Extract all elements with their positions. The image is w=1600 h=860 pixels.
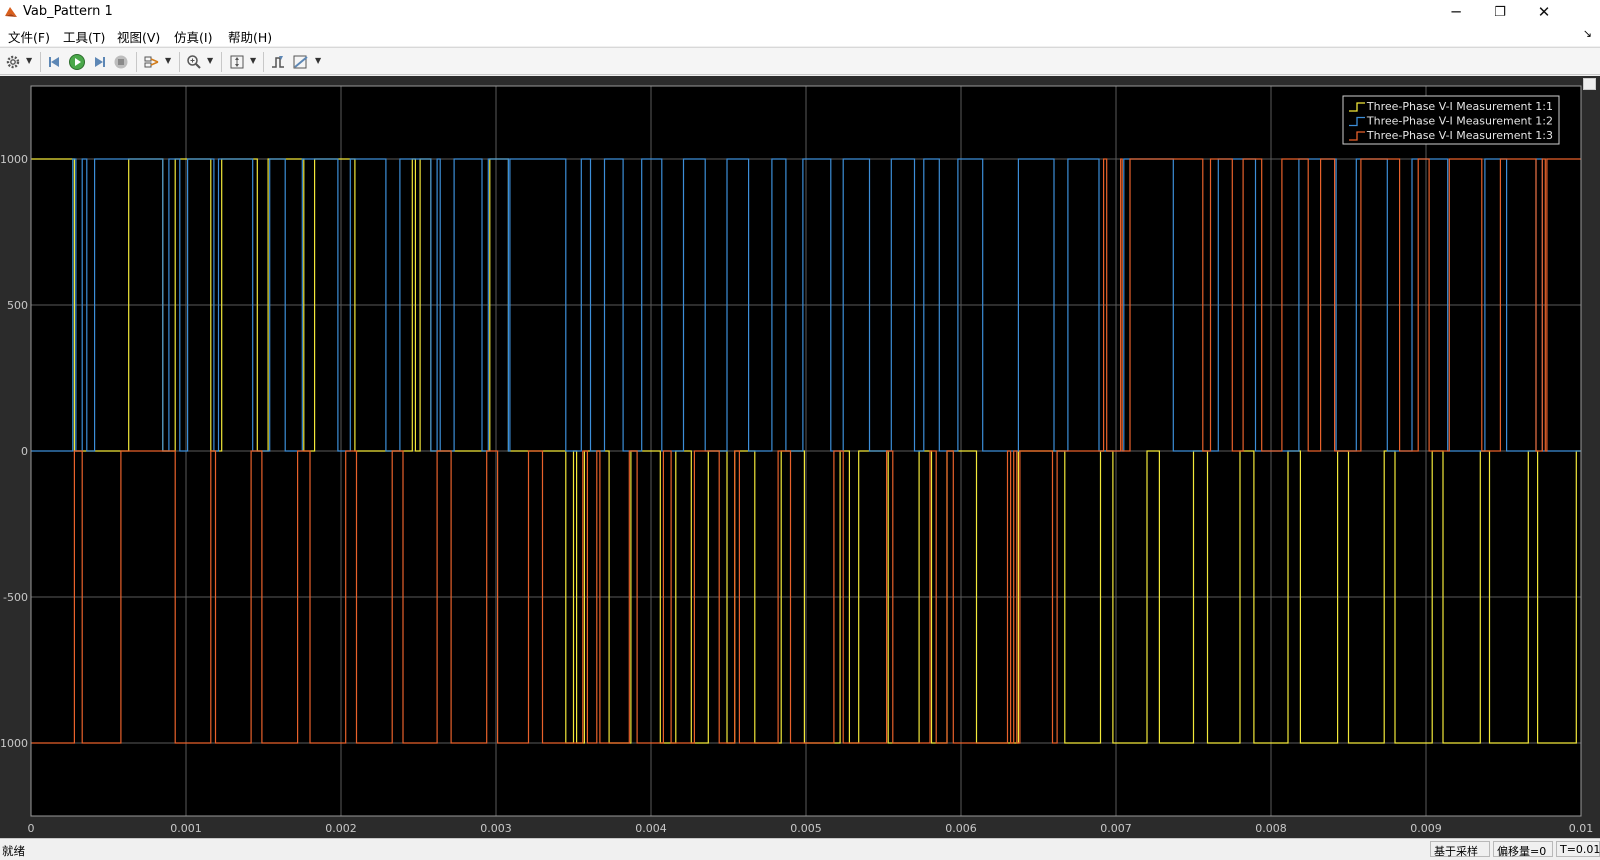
y-tick-label: 1000 (0, 153, 28, 166)
scope-display: 0 0.001 0.002 0.003 0.004 0.005 0.006 0.007 0.00… (0, 76, 1600, 838)
status-ready: 就绪 (2, 844, 25, 858)
menu-tools[interactable]: 工具(T) (63, 27, 105, 46)
menu-view[interactable]: 视图(V) (117, 27, 160, 46)
y-tick-label: 500 (7, 299, 28, 312)
toolbar-separator (263, 52, 264, 72)
toolbar-separator (221, 52, 222, 72)
menu-simulation[interactable]: 仿真(I) (174, 27, 212, 46)
matlab-logo-icon (5, 7, 17, 17)
toolbar-separator (40, 52, 41, 72)
dock-arrow-icon[interactable]: ↘ (1583, 27, 1592, 40)
status-sample-mode: 基于采样 (1430, 841, 1490, 858)
title-bar: Vab_Pattern 1 ─ ❐ ✕ (0, 0, 1600, 24)
close-button[interactable]: ✕ (1522, 0, 1566, 24)
undock-icon[interactable] (1583, 78, 1596, 90)
x-tick-label: 0.004 (635, 822, 667, 835)
x-tick-label: 0.01 (1569, 822, 1594, 835)
x-tick-label: 0.007 (1100, 822, 1132, 835)
run-icon[interactable] (67, 52, 87, 72)
menu-file[interactable]: 文件(F) (8, 27, 50, 46)
highlight-signal-icon[interactable] (142, 52, 162, 72)
legend[interactable]: Three-Phase V-I Measurement 1:1 Three-Pha… (1342, 95, 1560, 145)
x-tick-label: 0.002 (325, 822, 357, 835)
step-back-icon[interactable] (45, 52, 65, 72)
step-forward-icon[interactable] (89, 52, 109, 72)
restore-button[interactable]: ❐ (1478, 0, 1522, 24)
status-time: T=0.010 (1556, 841, 1600, 857)
status-offset: 偏移量=0 (1493, 841, 1553, 858)
legend-entry-1: Three-Phase V-I Measurement 1:1 (1366, 100, 1553, 113)
x-tick-label: 0.006 (945, 822, 977, 835)
toolbar-separator (136, 52, 137, 72)
scope-plot[interactable]: 0 0.001 0.002 0.003 0.004 0.005 0.006 0.007 0.00… (0, 76, 1600, 838)
y-tick-label: -1000 (0, 737, 28, 750)
zoom-icon[interactable] (184, 52, 204, 72)
status-bar: 就绪 基于采样 偏移量=0 T=0.010 (0, 838, 1600, 860)
window-title: Vab_Pattern 1 (23, 4, 113, 19)
scale-axes-icon[interactable] (227, 52, 247, 72)
y-tick-label: 0 (21, 445, 28, 458)
highlight-dropdown-icon[interactable]: ▼ (165, 57, 173, 65)
legend-entry-2: Three-Phase V-I Measurement 1:2 (1366, 115, 1553, 128)
x-tick-label: 0.008 (1255, 822, 1287, 835)
x-tick-label: 0 (28, 822, 35, 835)
zoom-dropdown-icon[interactable]: ▼ (207, 57, 215, 65)
trigger-icon[interactable] (268, 52, 288, 72)
settings-gear-icon[interactable] (3, 52, 23, 72)
y-tick-label: -500 (3, 591, 28, 604)
stop-icon[interactable] (111, 52, 131, 72)
x-tick-label: 0.009 (1410, 822, 1442, 835)
menu-help[interactable]: 帮助(H) (228, 27, 272, 46)
scale-dropdown-icon[interactable]: ▼ (250, 57, 258, 65)
measure-icon[interactable] (291, 52, 311, 72)
toolbar-separator (179, 52, 180, 72)
x-tick-label: 0.005 (790, 822, 822, 835)
x-tick-label: 0.001 (170, 822, 202, 835)
toolbar: ▼ ▼ ▼ ▼ ▼ (0, 47, 1600, 75)
legend-entry-3: Three-Phase V-I Measurement 1:3 (1366, 129, 1553, 142)
measure-dropdown-icon[interactable]: ▼ (315, 57, 323, 65)
minimize-button[interactable]: ─ (1434, 0, 1478, 24)
settings-dropdown-icon[interactable]: ▼ (26, 57, 34, 65)
x-tick-label: 0.003 (480, 822, 512, 835)
menu-bar: 文件(F) 工具(T) 视图(V) 仿真(I) 帮助(H) ↘ (0, 24, 1600, 46)
